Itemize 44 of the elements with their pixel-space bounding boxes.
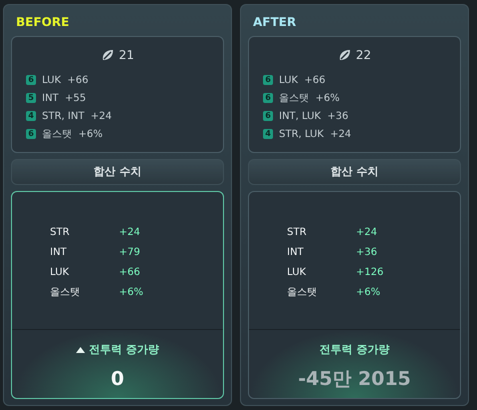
stat-name: LUK xyxy=(50,266,70,280)
option-text: STR, INT +24 xyxy=(42,110,112,124)
grade-badge: 6 xyxy=(26,75,36,85)
stat-value: +79 xyxy=(119,246,140,260)
stat-name: 올스탯 xyxy=(50,286,81,300)
sum-button[interactable]: 합산 수치 xyxy=(248,159,461,185)
stat-value: +6% xyxy=(119,286,144,300)
panel-title: AFTER xyxy=(252,14,298,30)
stat-name: INT xyxy=(50,246,68,260)
stat-value: +66 xyxy=(119,266,140,280)
potential-count: 22 xyxy=(356,47,372,64)
option-text: 올스탯 +6% xyxy=(279,92,340,106)
grade-badge: 6 xyxy=(263,93,273,103)
stat-name: LUK xyxy=(287,266,307,280)
stat-name: INT xyxy=(287,246,305,260)
option-text: 올스탯 +6% xyxy=(42,128,103,142)
grade-badge: 4 xyxy=(26,111,36,121)
stat-name: STR xyxy=(287,226,308,240)
leaf-icon xyxy=(100,48,115,62)
option-text: LUK +66 xyxy=(279,74,326,88)
stat-value: +36 xyxy=(356,246,378,260)
option-text: INT +55 xyxy=(42,92,86,106)
option-text: LUK +66 xyxy=(42,74,88,88)
grade-badge: 6 xyxy=(263,75,273,85)
stat-value: +24 xyxy=(356,226,378,240)
grade-badge: 5 xyxy=(26,93,36,103)
power-value: -45만 2015 xyxy=(298,366,411,392)
potential-count: 21 xyxy=(118,47,134,64)
leaf-icon xyxy=(338,48,352,62)
grade-badge: 6 xyxy=(263,111,273,121)
power-label: 전투력 증가량 xyxy=(89,342,159,358)
panel-title: BEFORE xyxy=(15,14,70,30)
grade-badge: 4 xyxy=(263,129,273,139)
stat-value: +24 xyxy=(119,226,140,240)
stat-value: +126 xyxy=(356,266,384,280)
grade-badge: 6 xyxy=(26,129,36,139)
stat-name: 올스탯 xyxy=(287,286,318,300)
stat-value: +6% xyxy=(356,286,380,300)
power-value: 0 xyxy=(110,366,124,392)
power-label: 전투력 증가량 xyxy=(320,342,390,358)
sum-button[interactable]: 합산 수치 xyxy=(11,159,224,185)
stat-name: STR xyxy=(50,226,70,240)
option-text: INT, LUK +36 xyxy=(279,110,348,124)
option-text: STR, LUK +24 xyxy=(279,128,352,142)
